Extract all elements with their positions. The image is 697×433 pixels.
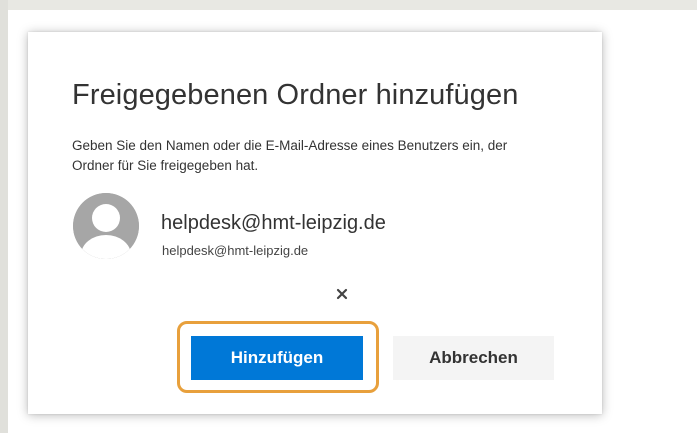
close-icon [331, 288, 353, 308]
remove-user-button[interactable] [331, 283, 353, 305]
user-display-name: helpdesk@hmt-leipzig.de [161, 212, 386, 234]
add-shared-folder-dialog: Freigegebenen Ordner hinzufügen Geben Si… [28, 32, 602, 414]
person-placeholder-icon [73, 193, 139, 259]
user-email: helpdesk@hmt-leipzig.de [162, 243, 309, 258]
add-button[interactable]: Hinzufügen [191, 336, 363, 380]
dialog-title: Freigegebenen Ordner hinzufügen [72, 79, 519, 111]
screenshot: Freigegebenen Ordner hinzufügen Geben Si… [0, 0, 697, 433]
cancel-button[interactable]: Abbrechen [393, 336, 554, 380]
window-edge [0, 0, 8, 433]
dialog-description: Geben Sie den Namen oder die E-Mail-Adre… [72, 138, 508, 173]
